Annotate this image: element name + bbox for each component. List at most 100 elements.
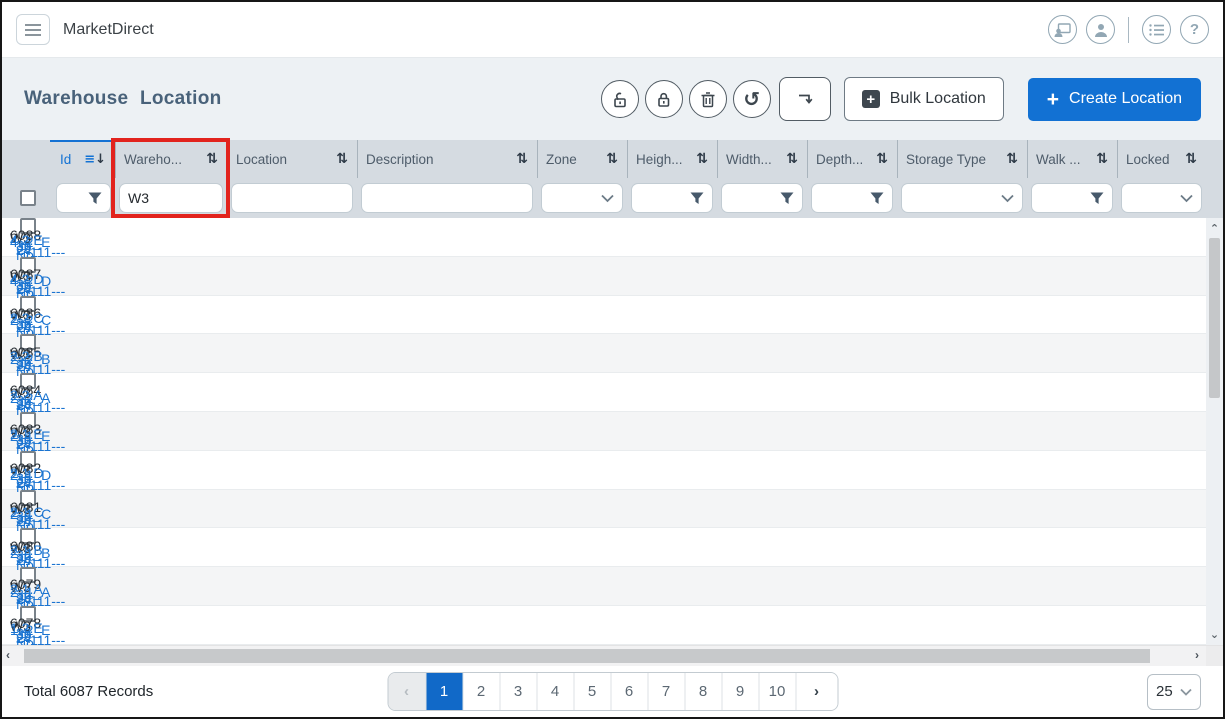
horizontal-scrollbar[interactable]: ‹ › [2, 645, 1223, 666]
titlebar: Warehouse Location [2, 58, 1223, 140]
funnel-icon [690, 192, 704, 205]
column-label: Locked [1126, 152, 1170, 167]
transfer-button[interactable] [779, 77, 831, 121]
column-label: Wareho... [124, 152, 182, 167]
toolbar: ↺ + Bulk Location + Create Location [595, 77, 1201, 121]
column-label: Width... [726, 152, 772, 167]
create-location-label: Create Location [1069, 90, 1182, 108]
filter-input-depth[interactable] [811, 183, 893, 213]
topbar: MarketDirect [2, 2, 1223, 58]
column-header-warehouse[interactable]: Wareho... ⇅ [115, 140, 227, 178]
filter-input-description[interactable] [361, 183, 533, 213]
scroll-right-icon[interactable]: › [1195, 648, 1199, 662]
page-button-3[interactable]: 3 [499, 673, 536, 710]
hamburger-icon [25, 24, 41, 26]
page-button-9[interactable]: 9 [721, 673, 758, 710]
page-button-5[interactable]: 5 [573, 673, 610, 710]
bulk-location-button[interactable]: + Bulk Location [844, 77, 1004, 121]
column-label: Depth... [816, 152, 863, 167]
scroll-up-icon[interactable]: ⌃ [1206, 222, 1223, 235]
horizontal-scroll-thumb[interactable] [24, 649, 1150, 663]
column-header-zone[interactable]: Zone⇅ [537, 140, 627, 178]
column-header-location[interactable]: Location⇅ [227, 140, 357, 178]
plus-icon: + [1047, 89, 1059, 110]
column-label: Description [366, 152, 434, 167]
page-size-select[interactable]: 25 [1147, 674, 1201, 710]
lock-button[interactable] [645, 80, 683, 118]
page-button-8[interactable]: 8 [684, 673, 721, 710]
filter-input-walk[interactable] [1031, 183, 1113, 213]
column-header-height[interactable]: Heigh...⇅ [627, 140, 717, 178]
chevron-down-icon [601, 194, 614, 203]
vertical-scrollbar[interactable]: ⌃ ⌄ [1206, 218, 1223, 645]
brand-title: MarketDirect [63, 21, 154, 39]
page-button-6[interactable]: 6 [610, 673, 647, 710]
filter-input-warehouse[interactable]: W3 [119, 183, 223, 213]
chevron-down-icon [1180, 194, 1193, 203]
column-header-locked[interactable]: Locked ⇅ [1117, 140, 1206, 178]
delete-button[interactable] [689, 80, 727, 118]
filter-input-id[interactable] [56, 183, 111, 213]
sort-icon: ⇅ [1006, 151, 1018, 167]
scroll-down-icon[interactable]: ⌄ [1206, 628, 1223, 641]
column-label: Id [60, 152, 71, 167]
user-button[interactable] [1086, 15, 1115, 44]
table-row: 6078W31.2.E1_2_E363624---111---No [2, 606, 1206, 645]
app-window: MarketDirect [0, 0, 1225, 719]
chevron-down-icon [1001, 194, 1014, 203]
filter-input-height[interactable] [631, 183, 713, 213]
sorted-column-indicator [50, 140, 114, 142]
select-all-checkbox[interactable] [20, 190, 36, 206]
hamburger-menu-button[interactable] [16, 14, 50, 45]
unlock-button[interactable] [601, 80, 639, 118]
help-icon: ? [1190, 21, 1199, 38]
column-header-walk[interactable]: Walk ...⇅ [1027, 140, 1117, 178]
page-button-10[interactable]: 10 [758, 673, 795, 710]
table-row: 6088W34.2.E4_2_E363624---111---No [2, 218, 1206, 257]
header-row: Id≡↓Wareho...⇅Location⇅Description⇅Zone⇅… [2, 140, 1223, 178]
footer: Total 6087 Records ‹12345678910› 25 [2, 666, 1223, 717]
column-label: Walk ... [1036, 152, 1081, 167]
column-header-depth[interactable]: Depth... ⇅ [807, 140, 897, 178]
column-header-storage_type[interactable]: Storage Type⇅ [897, 140, 1027, 178]
table-row: 6086W32.2.C2_2_C363624---111---No [2, 296, 1206, 335]
screenshare-button[interactable] [1048, 15, 1077, 44]
filter-input-location[interactable] [231, 183, 353, 213]
topbar-actions: ? [1048, 15, 1209, 44]
create-location-button[interactable]: + Create Location [1028, 78, 1201, 121]
column-header-id[interactable]: Id≡↓ [52, 140, 115, 178]
table-row: 6084W32.2.A2_2_A363624---111---No [2, 373, 1206, 412]
list-icon [1149, 24, 1164, 36]
filter-select-zone[interactable] [541, 183, 623, 213]
topbar-divider [1128, 17, 1129, 43]
column-header-width[interactable]: Width...⇅ [717, 140, 807, 178]
page-next-button[interactable]: › [795, 673, 837, 710]
total-records: Total 6087 Records [24, 683, 153, 700]
page-button-4[interactable]: 4 [536, 673, 573, 710]
filter-select-storage_type[interactable] [901, 183, 1023, 213]
help-button[interactable]: ? [1180, 15, 1209, 44]
page-prev-button[interactable]: ‹ [388, 673, 425, 710]
refresh-button[interactable]: ↺ [733, 80, 771, 118]
filter-select-locked[interactable] [1121, 183, 1202, 213]
scroll-left-icon[interactable]: ‹ [6, 648, 10, 662]
list-button[interactable] [1142, 15, 1171, 44]
table-row: 6082W32.1.D2_1_D363624---111---No [2, 451, 1206, 490]
table-row: 6081W32.1.C2_1_C363624---111---No [2, 490, 1206, 529]
page-button-2[interactable]: 2 [462, 673, 499, 710]
table-row: 6079W32.1.A2_1_A363624---111---No [2, 567, 1206, 606]
column-header-description[interactable]: Description⇅ [357, 140, 537, 178]
page-button-7[interactable]: 7 [647, 673, 684, 710]
scrollbar-corner [1206, 646, 1223, 666]
column-label: Zone [546, 152, 577, 167]
bulk-location-label: Bulk Location [890, 90, 986, 108]
vertical-scroll-thumb[interactable] [1209, 238, 1220, 398]
sort-icon: ⇅ [206, 151, 218, 167]
column-label: Location [236, 152, 287, 167]
page-button-1[interactable]: 1 [425, 673, 462, 710]
pagination: ‹12345678910› [387, 672, 838, 711]
screenshare-icon [1054, 23, 1071, 37]
filter-input-width[interactable] [721, 183, 803, 213]
sort-icon: ⇅ [876, 151, 888, 167]
sort-icon: ⇅ [1185, 151, 1197, 167]
